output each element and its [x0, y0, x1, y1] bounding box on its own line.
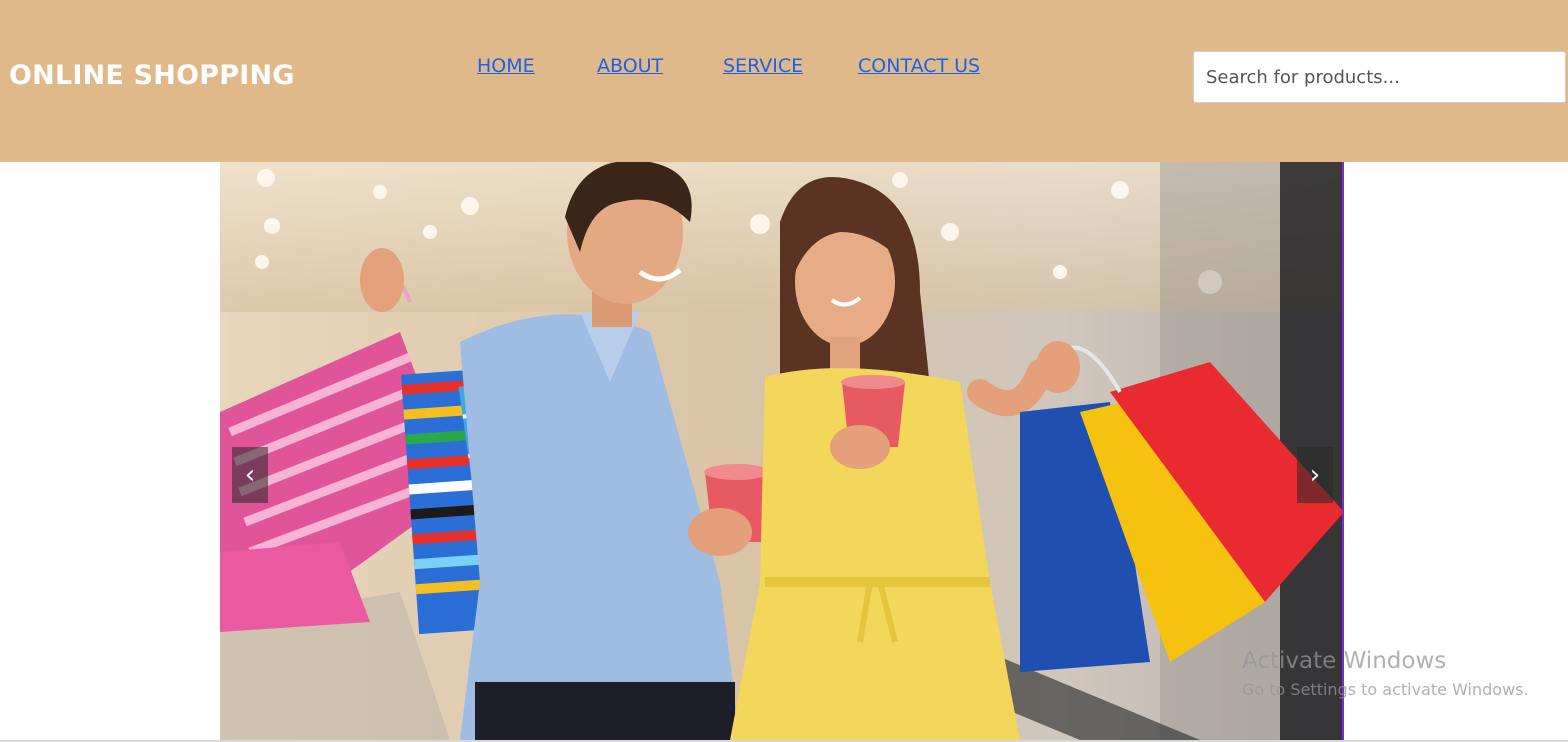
nav-link-about[interactable]: ABOUT: [597, 55, 663, 77]
search-input[interactable]: [1193, 51, 1566, 103]
carousel-prev-button[interactable]: ‹: [232, 447, 268, 503]
nav-link-service[interactable]: SERVICE: [723, 55, 803, 77]
site-header: ONLINE SHOPPING HOME ABOUT SERVICE CONTA…: [0, 0, 1568, 162]
carousel-next-button[interactable]: ›: [1297, 447, 1333, 503]
nav-link-contact-us[interactable]: CONTACT US: [858, 55, 980, 77]
hero-carousel: [220, 162, 1344, 740]
carousel-edge-accent: [1342, 162, 1344, 740]
nav-link-home[interactable]: HOME: [477, 55, 535, 77]
carousel-slide-image: [220, 162, 1344, 740]
site-logo-title[interactable]: ONLINE SHOPPING: [9, 60, 295, 91]
